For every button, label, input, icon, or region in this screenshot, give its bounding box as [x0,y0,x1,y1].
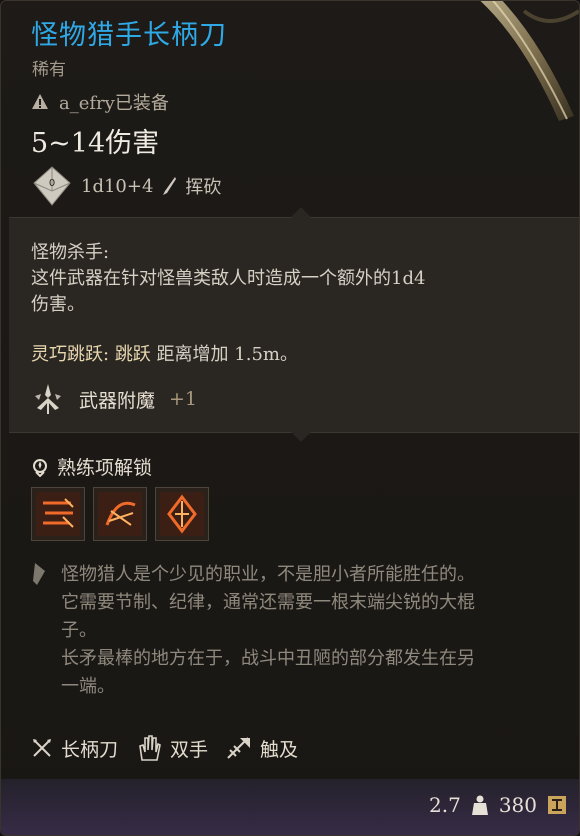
nimble-jump-block: 灵巧跳跃: 跳跃 距离增加 1.5m。 [31,342,298,368]
proficiency-header: 熟练项解锁 [31,453,152,480]
quill-icon [33,563,45,585]
panel-notch-top [291,207,311,227]
item-tooltip: 怪物猎手长柄刀 稀有 a_efry已装备 5~14伤害 0 1d10+4 挥砍 … [0,0,580,836]
flavor-line-1: 怪物猎人是个少见的职业，不是胆小者所能胜任的。 [61,564,475,585]
gold-coin-icon [548,796,566,814]
dice-value: 0 [49,178,55,189]
property-glaive: 长柄刀 [31,735,118,762]
nimble-jump-desc: 距离增加 1.5m。 [156,344,298,365]
enchantment-label: 武器附魔 [79,389,156,412]
item-name: 怪物猎手长柄刀 [31,20,227,51]
flavor-text: 怪物猎人是个少见的职业，不是胆小者所能胜任的。 它需要节制、纪律，通常还需要一根… [61,561,561,701]
damage-range: 5~14伤害 [31,128,160,159]
weapon-art-image [480,1,579,121]
property-two-handed: 双手 [136,734,208,762]
nimble-jump-keyword: 跳跃 [114,344,151,365]
reach-icon [227,737,251,759]
property-glaive-label: 长柄刀 [61,738,119,761]
flavor-line-5: 一端。 [61,676,115,697]
property-reach-label: 触及 [260,738,299,761]
two-handed-icon [139,735,161,761]
equipped-status: a_efry已装备 [31,89,169,115]
item-weight: 2.7 [429,793,461,817]
d10-dice-icon: 0 [33,166,71,206]
equipped-label: a_efry已装备 [59,93,169,114]
property-two-handed-label: 双手 [170,738,209,761]
footer-stats: 2.7 380 [429,793,567,817]
weight-icon [471,795,488,815]
enchantment-icon [35,384,61,414]
pommel-action-icon[interactable] [155,487,209,541]
nimble-jump-label: 灵巧跳跃: [31,344,110,365]
abilities-panel: 怪物杀手: 这件武器在针对怪兽类敌人时造成一个额外的1d4 伤害。 灵巧跳跃: … [9,207,579,442]
sweep-action-icon[interactable] [93,487,147,541]
proficiency-actions [31,487,209,541]
slashing-icon [163,177,177,195]
weapon-properties: 长柄刀 双手 触及 [31,734,298,762]
panel-notch-bottom [291,422,311,442]
property-reach: 触及 [226,735,298,762]
tooltip-footer: 2.7 380 [1,779,579,835]
monster-slayer-block: 怪物杀手: 这件武器在针对怪兽类敌人时造成一个额外的1d4 伤害。 [31,240,425,318]
damage-dice-row: 0 1d10+4 挥砍 [31,165,221,207]
proficiency-icon [33,458,47,477]
item-price: 380 [498,793,537,817]
item-rarity: 稀有 [32,60,66,80]
flavor-line-2: 它需要节制、纪律，通常还需要一根末端尖锐的大棍 [61,592,475,613]
glaive-icon [33,739,51,757]
flavor-line-3: 子。 [61,620,97,641]
damage-type: 挥砍 [185,177,222,198]
proficiency-title: 熟练项解锁 [57,457,153,479]
weapon-enchantment-row: 武器附魔 +1 [31,382,197,416]
monster-slayer-desc-line1: 这件武器在针对怪兽类敌人时造成一个额外的1d4 [31,268,426,289]
monster-slayer-desc-line2: 伤害。 [31,294,85,315]
damage-dice: 1d10+4 [81,175,154,197]
cleave-action-icon[interactable] [31,487,85,541]
monster-slayer-label: 怪物杀手: [31,242,110,263]
flavor-line-4: 长矛最棒的地方在于，战斗中丑陋的部分都发生在另 [61,648,475,669]
enchantment-value: +1 [169,388,198,410]
warning-icon [32,94,48,109]
